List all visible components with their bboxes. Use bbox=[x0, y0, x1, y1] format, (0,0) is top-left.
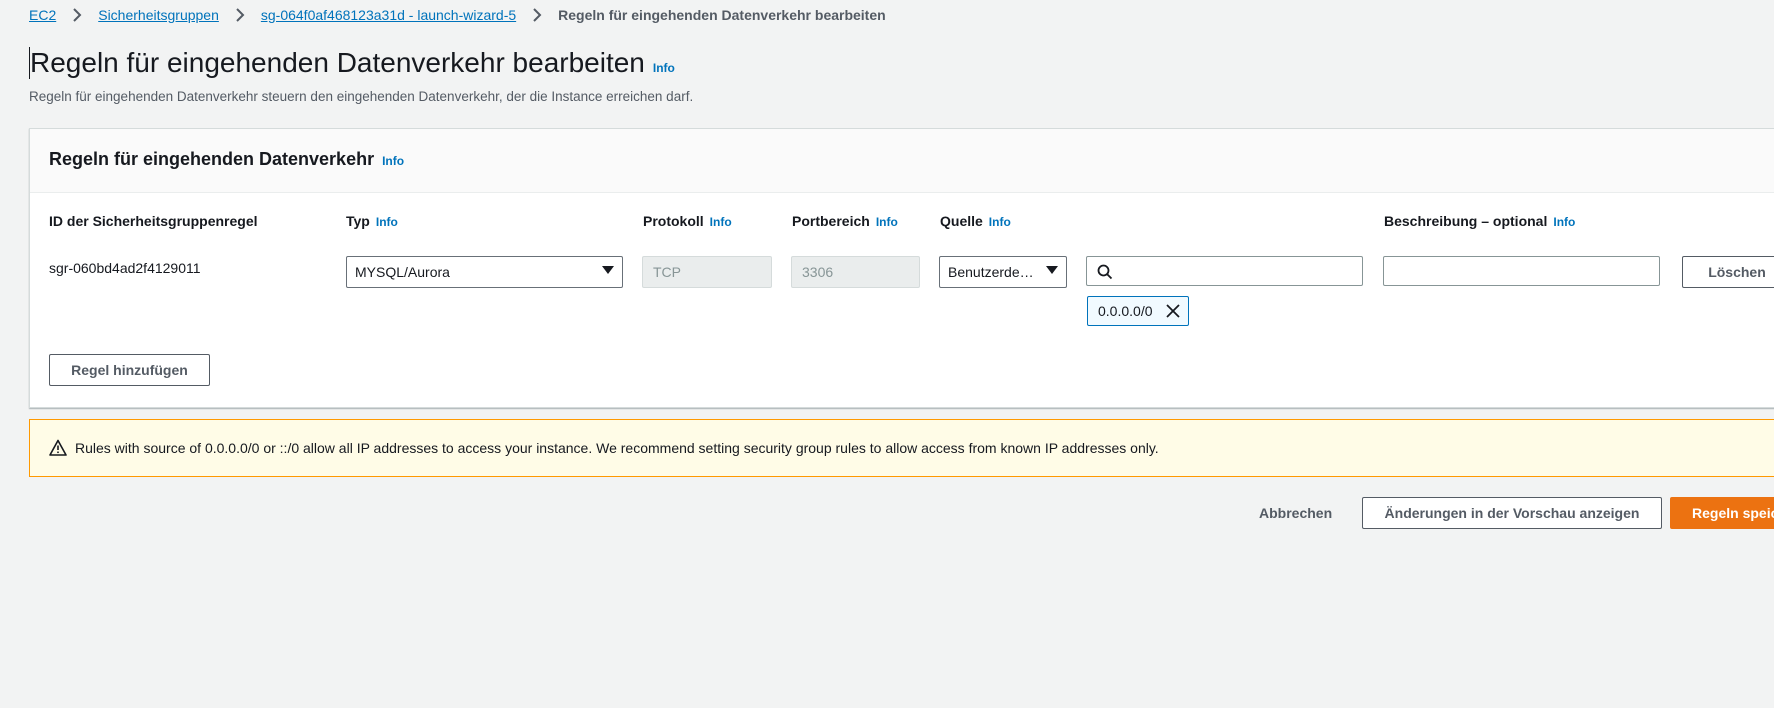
save-rules-label: Regeln speichern bbox=[1692, 505, 1774, 521]
port-range-info-link[interactable]: Info bbox=[876, 215, 898, 229]
column-header-rule-id: ID der Sicherheitsgruppenregel bbox=[49, 213, 258, 229]
source-token-label: 0.0.0.0/0 bbox=[1098, 303, 1153, 319]
column-header-protocol-label: Protokoll bbox=[643, 213, 704, 229]
protocol-info-link[interactable]: Info bbox=[710, 215, 732, 229]
page-title-info-link[interactable]: Info bbox=[653, 61, 675, 75]
chevron-right-icon bbox=[528, 6, 546, 24]
breadcrumb-item-ec2[interactable]: EC2 bbox=[29, 7, 56, 23]
source-type-select[interactable]: Benutzerde… bbox=[939, 256, 1067, 288]
column-header-description: Beschreibung – optional Info bbox=[1384, 213, 1575, 229]
warning-alert: Rules with source of 0.0.0.0/0 or ::/0 a… bbox=[29, 419, 1774, 477]
source-search-input[interactable] bbox=[1086, 256, 1363, 286]
add-rule-button[interactable]: Regel hinzufügen bbox=[49, 354, 210, 386]
type-select-value: MYSQL/Aurora bbox=[355, 264, 450, 280]
source-type-value: Benutzerde… bbox=[948, 264, 1034, 280]
warning-text: Rules with source of 0.0.0.0/0 or ::/0 a… bbox=[75, 440, 1159, 456]
chevron-right-icon bbox=[68, 6, 86, 24]
page-title: Regeln für eingehenden Datenverkehr bear… bbox=[29, 47, 675, 79]
delete-rule-label: Löschen bbox=[1708, 264, 1766, 280]
column-header-description-label: Beschreibung – optional bbox=[1384, 213, 1548, 229]
cancel-button[interactable]: Abbrechen bbox=[1259, 505, 1332, 525]
inbound-rules-panel: Regeln für eingehenden Datenverkehr Info… bbox=[29, 128, 1774, 408]
column-header-port-range: Portbereich Info bbox=[792, 213, 898, 229]
protocol-field: TCP bbox=[642, 256, 772, 288]
source-token: 0.0.0.0/0 bbox=[1087, 296, 1189, 326]
description-info-link[interactable]: Info bbox=[1553, 215, 1575, 229]
panel-info-link[interactable]: Info bbox=[382, 154, 404, 168]
column-header-protocol: Protokoll Info bbox=[643, 213, 732, 229]
chevron-right-icon bbox=[231, 6, 249, 24]
caret-down-icon bbox=[602, 266, 614, 274]
column-header-source-label: Quelle bbox=[940, 213, 983, 229]
caret-down-icon bbox=[1046, 266, 1058, 274]
close-icon[interactable] bbox=[1166, 304, 1180, 318]
page-title-text: Regeln für eingehenden Datenverkehr bear… bbox=[30, 47, 645, 78]
protocol-value: TCP bbox=[653, 264, 681, 280]
preview-changes-button[interactable]: Änderungen in der Vorschau anzeigen bbox=[1362, 497, 1662, 529]
breadcrumb-current: Regeln für eingehenden Datenverkehr bear… bbox=[558, 7, 886, 23]
column-header-type-label: Typ bbox=[346, 213, 370, 229]
description-input[interactable] bbox=[1383, 256, 1660, 286]
delete-rule-button[interactable]: Löschen bbox=[1682, 256, 1774, 288]
rule-id: sgr-060bd4ad2f4129011 bbox=[49, 260, 201, 276]
column-header-type: Typ Info bbox=[346, 213, 398, 229]
port-range-field: 3306 bbox=[791, 256, 920, 288]
column-header-rule-id-label: ID der Sicherheitsgruppenregel bbox=[49, 213, 258, 229]
type-select[interactable]: MYSQL/Aurora bbox=[346, 256, 623, 288]
breadcrumb-item-security-groups[interactable]: Sicherheitsgruppen bbox=[98, 7, 219, 23]
preview-changes-label: Änderungen in der Vorschau anzeigen bbox=[1384, 505, 1640, 521]
type-info-link[interactable]: Info bbox=[376, 215, 398, 229]
port-range-value: 3306 bbox=[802, 264, 834, 280]
save-rules-button[interactable]: Regeln speichern bbox=[1670, 497, 1774, 529]
search-icon bbox=[1097, 264, 1113, 280]
page-description: Regeln für eingehenden Datenverkehr steu… bbox=[29, 89, 694, 104]
breadcrumb: EC2 Sicherheitsgruppen sg-064f0af468123a… bbox=[29, 6, 886, 24]
column-header-port-range-label: Portbereich bbox=[792, 213, 870, 229]
warning-icon bbox=[49, 439, 67, 456]
add-rule-label: Regel hinzufügen bbox=[71, 362, 188, 378]
source-info-link[interactable]: Info bbox=[989, 215, 1011, 229]
panel-header: Regeln für eingehenden Datenverkehr Info bbox=[30, 129, 1774, 193]
column-header-source: Quelle Info bbox=[940, 213, 1011, 229]
panel-title: Regeln für eingehenden Datenverkehr bbox=[49, 149, 375, 169]
breadcrumb-item-security-group[interactable]: sg-064f0af468123a31d - launch-wizard-5 bbox=[261, 7, 516, 23]
